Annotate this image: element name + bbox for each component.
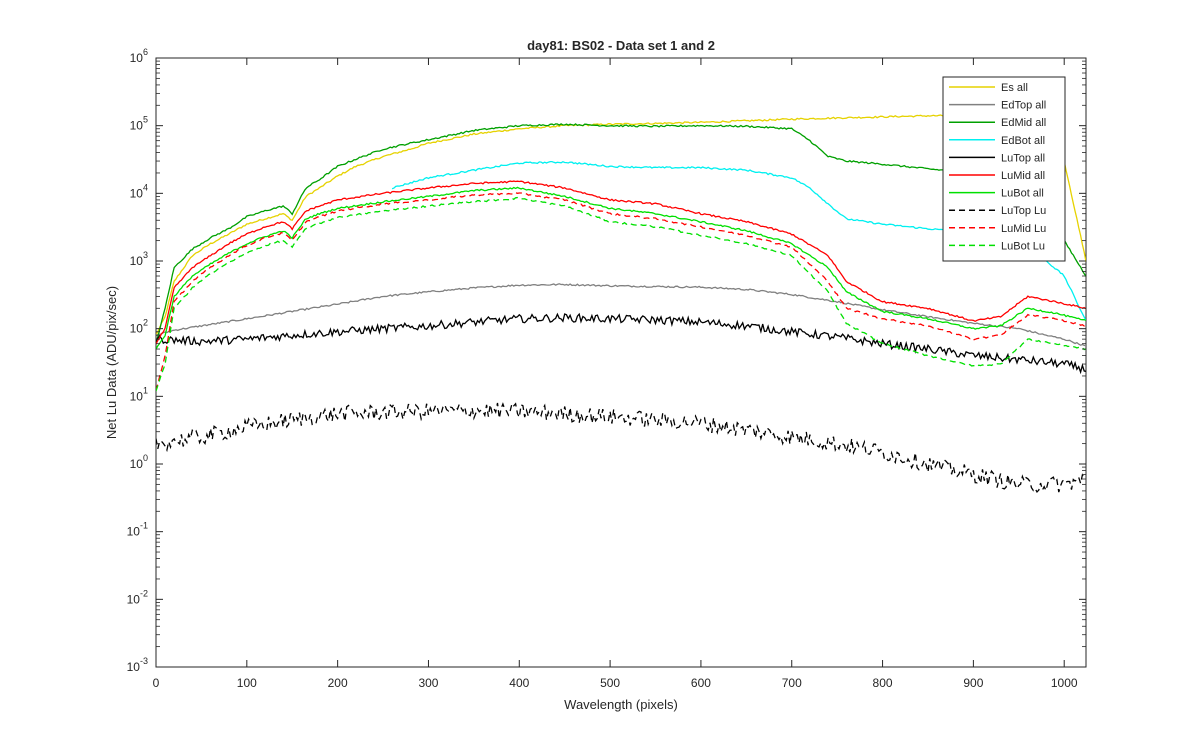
legend-label: Es all xyxy=(1001,82,1028,94)
chart-title: day81: BS02 - Data set 1 and 2 xyxy=(527,38,715,53)
plot-area: 0 100 200 300 400 500 600 700 800 900 1000 10-310-… xyxy=(127,47,1087,690)
legend: Es all EdTop all EdMid all EdBot all LuTop a… xyxy=(942,76,1066,262)
x-tick-label: 200 xyxy=(328,676,348,690)
legend-label: LuMid Lu xyxy=(1001,223,1046,235)
x-tick-label: 0 xyxy=(153,676,160,690)
x-tick-label: 900 xyxy=(963,676,983,690)
legend-label: LuTop Lu xyxy=(1001,205,1046,217)
legend-label: LuBot Lu xyxy=(1001,240,1045,252)
y-axis-label: Net Lu Data (ADU/pix/sec) xyxy=(104,286,119,439)
x-tick-label: 1000 xyxy=(1051,676,1078,690)
chart-svg: 0 100 200 300 400 500 600 700 800 900 1000 10-310-… xyxy=(0,0,1200,750)
legend-label: LuBot all xyxy=(1001,188,1044,200)
x-tick-label: 400 xyxy=(509,676,529,690)
legend-label: EdTop all xyxy=(1001,100,1046,112)
legend-label: LuMid all xyxy=(1001,170,1045,182)
x-tick-label: 600 xyxy=(691,676,711,690)
x-tick-label: 500 xyxy=(600,676,620,690)
legend-label: EdMid all xyxy=(1001,117,1046,129)
x-tick-label: 300 xyxy=(418,676,438,690)
chart-figure: 0 100 200 300 400 500 600 700 800 900 1000 10-3 10-… xyxy=(0,0,1200,750)
x-tick-label: 800 xyxy=(873,676,893,690)
legend-label: EdBot all xyxy=(1001,135,1045,147)
legend-label: LuTop all xyxy=(1001,152,1045,164)
x-tick-label: 700 xyxy=(782,676,802,690)
x-axis-label: Wavelength (pixels) xyxy=(564,697,678,712)
x-tick-label: 100 xyxy=(237,676,257,690)
